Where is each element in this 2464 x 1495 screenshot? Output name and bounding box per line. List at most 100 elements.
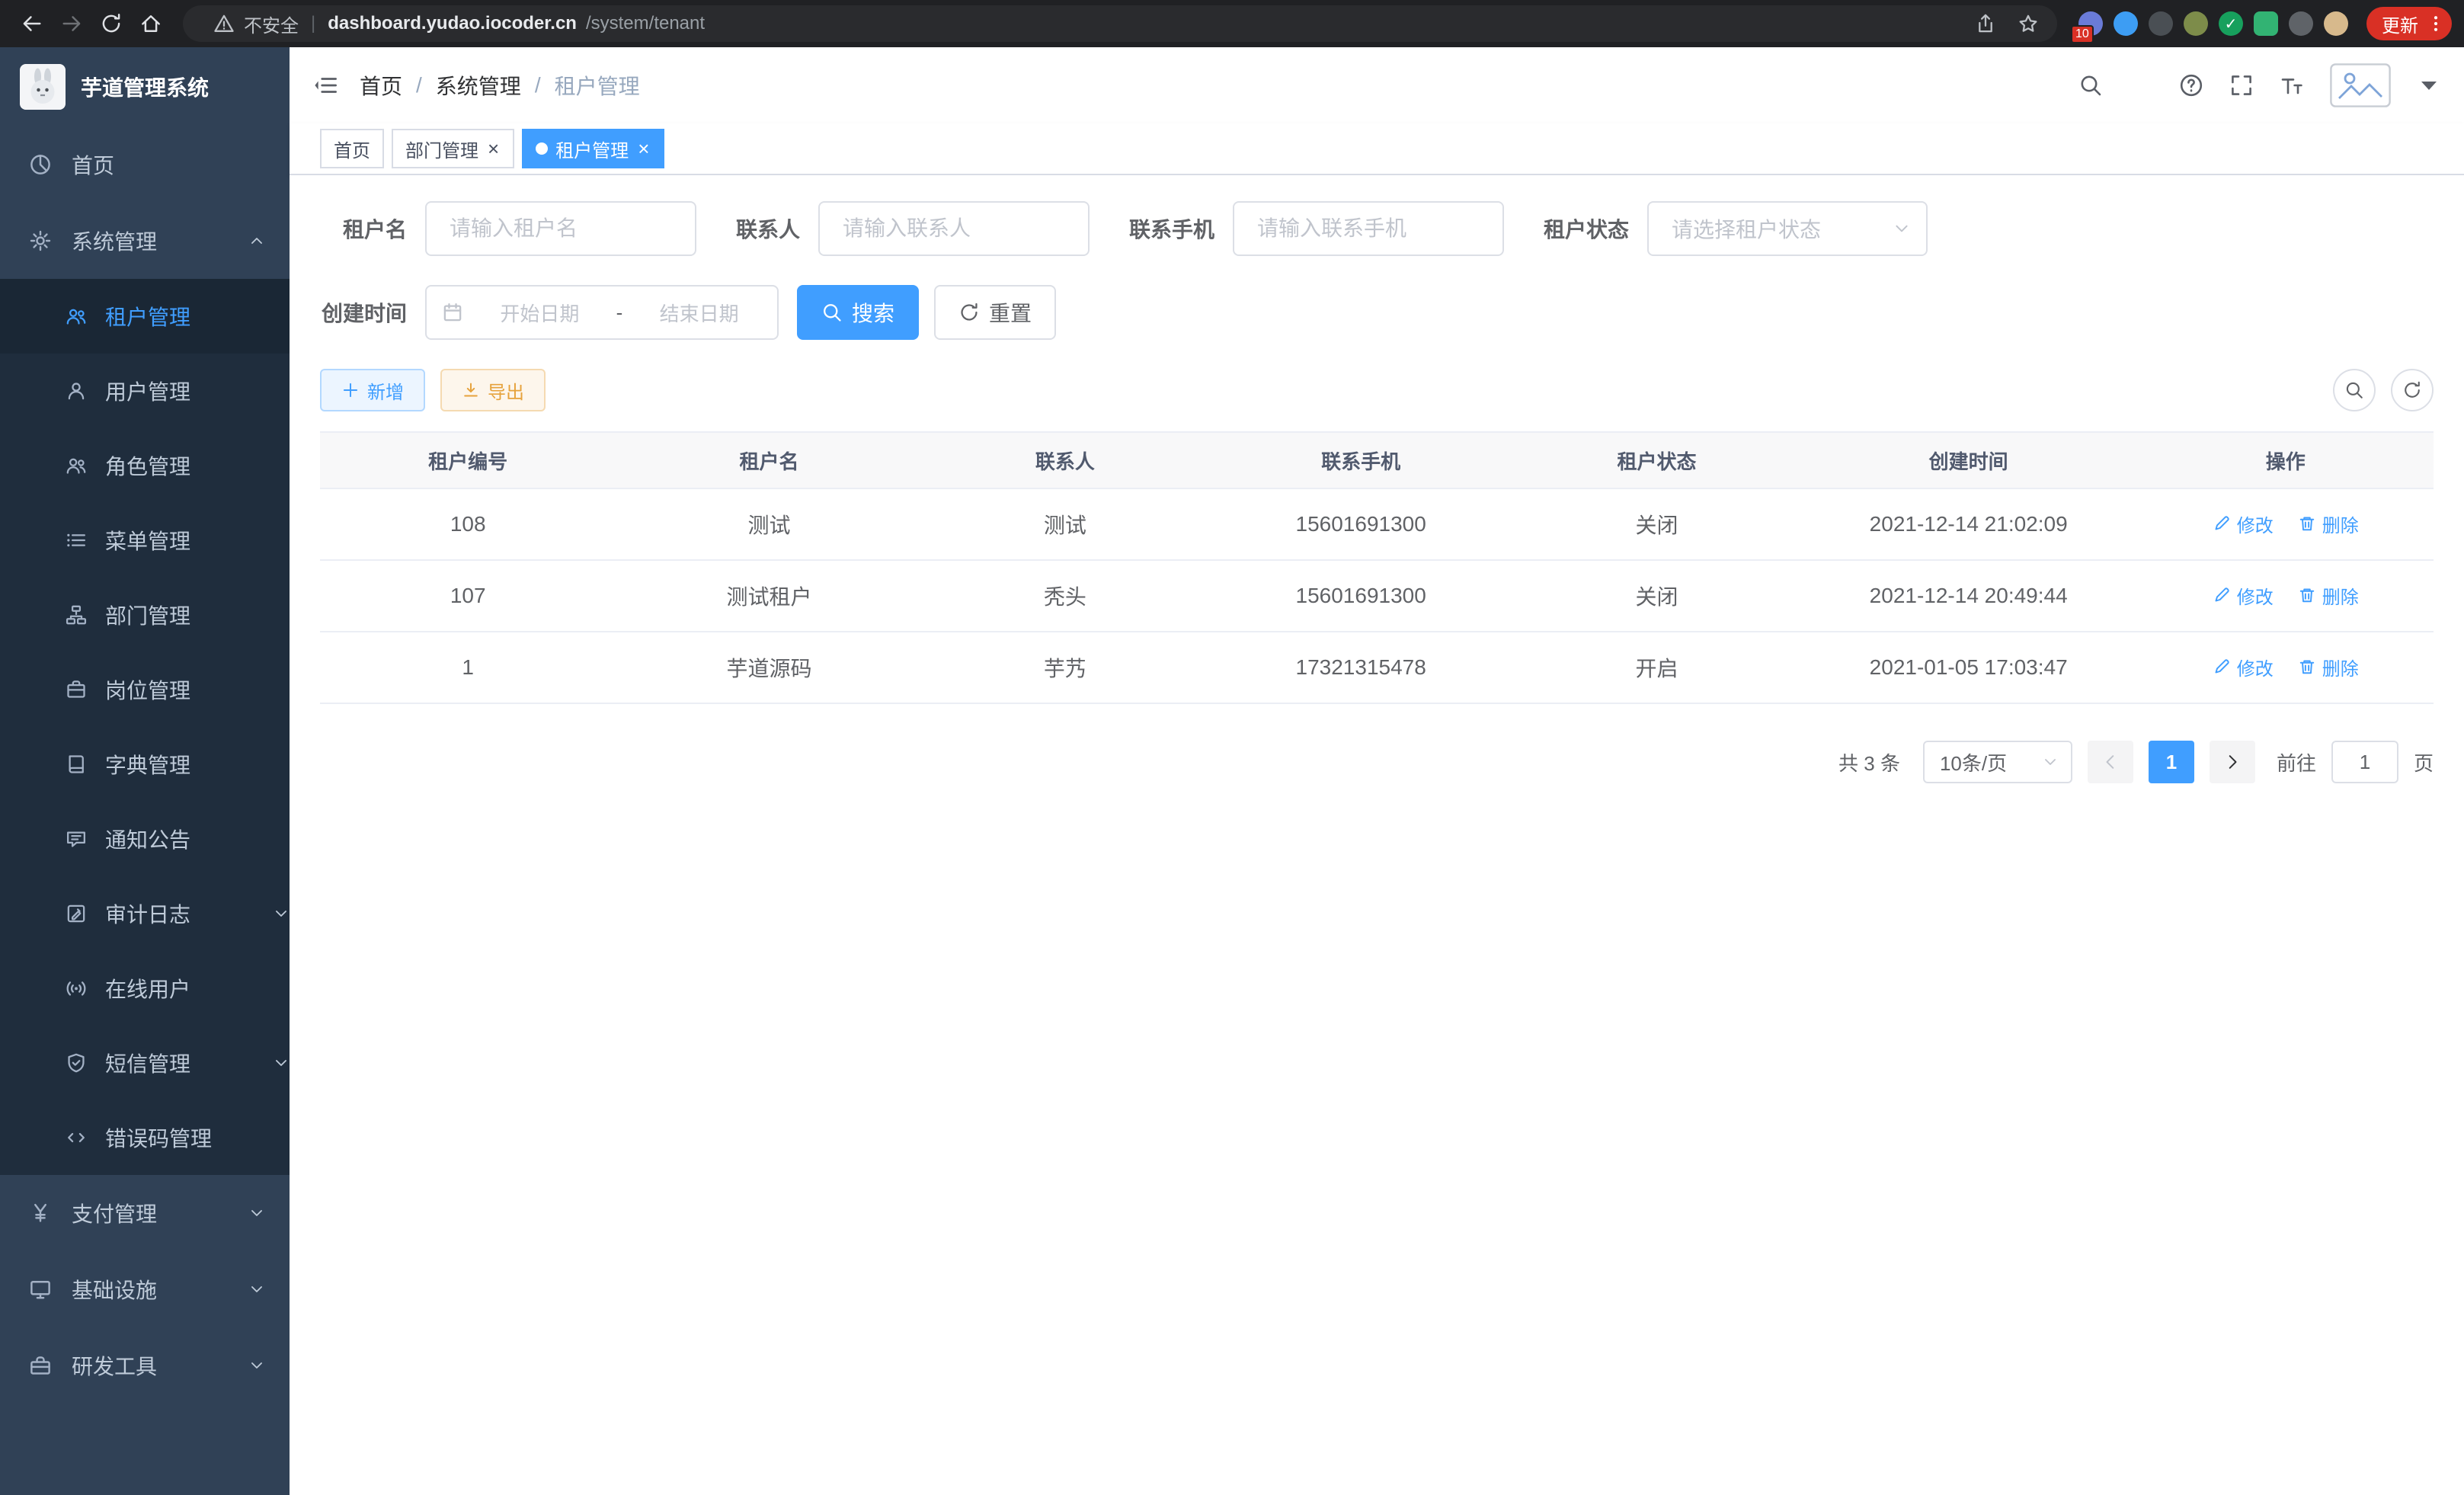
search-icon[interactable] (2078, 73, 2103, 98)
extension-icon-3[interactable] (2149, 11, 2173, 36)
column-header: 联系人 (923, 432, 1208, 488)
delete-button[interactable]: 删除 (2298, 654, 2359, 680)
tree-icon (66, 604, 87, 626)
sidebar-item-user[interactable]: 用户管理 (0, 354, 290, 428)
app-title: 芋道管理系统 (81, 72, 209, 102)
goto-page-input[interactable] (2331, 741, 2398, 783)
close-icon[interactable]: × (486, 139, 501, 158)
app-logo[interactable]: 芋道管理系统 (0, 47, 290, 126)
sidebar-item-audit-log[interactable]: 审计日志 (0, 876, 290, 951)
sidebar-item-online-user[interactable]: 在线用户 (0, 951, 290, 1026)
menu-label: 用户管理 (105, 376, 190, 406)
calendar-icon (442, 302, 463, 323)
menu-label: 审计日志 (105, 898, 190, 929)
page-size-select[interactable]: 10条/页 (1923, 741, 2072, 783)
sidebar-item-dept[interactable]: 部门管理 (0, 578, 290, 652)
browser-forward-button[interactable] (52, 4, 91, 43)
browser-reload-button[interactable] (91, 4, 131, 43)
fullscreen-icon[interactable] (2229, 73, 2254, 98)
edit-button[interactable]: 修改 (2213, 654, 2274, 680)
help-icon[interactable] (2179, 73, 2203, 98)
sidebar-item-notice[interactable]: 通知公告 (0, 802, 290, 876)
tag-home[interactable]: 首页 (320, 129, 384, 168)
sidebar-item-home[interactable]: 首页 (0, 126, 290, 203)
sidebar-item-menu[interactable]: 菜单管理 (0, 503, 290, 578)
create-time-range-picker[interactable]: 开始日期 - 结束日期 (425, 285, 779, 340)
browser-back-button[interactable] (12, 4, 52, 43)
trash-icon (2298, 586, 2316, 604)
browser-home-button[interactable] (131, 4, 171, 43)
chevron-right-icon (2223, 753, 2242, 771)
range-separator: - (616, 301, 623, 325)
edit-button[interactable]: 修改 (2213, 582, 2274, 609)
export-button[interactable]: 导出 (440, 369, 546, 411)
chevron-down-icon (248, 1281, 265, 1298)
sidebar-item-dict[interactable]: 字典管理 (0, 727, 290, 802)
extension-icon-2[interactable] (2114, 11, 2138, 36)
update-button[interactable]: 更新 (2366, 7, 2452, 40)
tenant-status-select[interactable]: 请选择租户状态 (1647, 201, 1928, 256)
phone-input[interactable] (1233, 201, 1504, 256)
address-bar[interactable]: 不安全 | dashboard.yudao.iocoder.cn/system/… (183, 5, 2057, 42)
cell-status: 开启 (1514, 632, 1799, 703)
menu-label: 错误码管理 (105, 1122, 212, 1153)
sidebar-item-post[interactable]: 岗位管理 (0, 652, 290, 727)
breadcrumb: 首页/系统管理/租户管理 (360, 70, 640, 101)
home-icon (139, 12, 162, 35)
extension-icon-6[interactable] (2254, 11, 2278, 36)
toggle-search-button[interactable] (2333, 369, 2376, 411)
book-icon (66, 754, 87, 775)
font-size-icon[interactable] (2280, 73, 2304, 98)
extension-icon-4[interactable] (2184, 11, 2208, 36)
delete-button[interactable]: 删除 (2298, 582, 2359, 609)
page-number-button[interactable]: 1 (2149, 741, 2194, 783)
app-frame: 芋道管理系统 首页系统管理租户管理用户管理角色管理菜单管理部门管理岗位管理字典管… (0, 47, 2464, 1495)
sidebar-item-sms[interactable]: 短信管理 (0, 1026, 290, 1100)
edit-button[interactable]: 修改 (2213, 511, 2274, 537)
sidebar-item-dev-tool[interactable]: 研发工具 (0, 1327, 290, 1404)
kebab-menu-icon[interactable] (2426, 14, 2446, 34)
extension-icon-1[interactable]: 10 (2078, 11, 2103, 36)
page-content: 租户名 联系人 联系手机 租户状态 请选择租户状态 (290, 175, 2464, 1495)
tag-tenant[interactable]: 租户管理 × (522, 129, 664, 168)
tenant-name-input[interactable] (425, 201, 696, 256)
sidebar-item-system[interactable]: 系统管理 (0, 203, 290, 279)
delete-button[interactable]: 删除 (2298, 511, 2359, 537)
reset-button[interactable]: 重置 (934, 285, 1056, 340)
search-button[interactable]: 搜索 (797, 285, 919, 340)
extension-icon-7[interactable] (2289, 11, 2313, 36)
share-icon[interactable] (1975, 13, 1996, 34)
breadcrumb-item[interactable]: 首页 (360, 70, 402, 101)
add-button[interactable]: 新增 (320, 369, 425, 411)
close-icon[interactable]: × (636, 139, 651, 158)
extension-icon-8[interactable] (2324, 11, 2348, 36)
menu-label: 字典管理 (105, 749, 190, 780)
menu-label: 部门管理 (105, 600, 190, 630)
submenu: 租户管理用户管理角色管理菜单管理部门管理岗位管理字典管理通知公告审计日志在线用户… (0, 279, 290, 1175)
sidebar-item-infra[interactable]: 基础设施 (0, 1251, 290, 1327)
sidebar-item-role[interactable]: 角色管理 (0, 428, 290, 503)
tag-dept[interactable]: 部门管理× (392, 129, 514, 168)
contact-input[interactable] (818, 201, 1090, 256)
tag-label: 租户管理 (555, 136, 629, 162)
sidebar-item-pay[interactable]: 支付管理 (0, 1175, 290, 1251)
avatar[interactable] (2330, 63, 2391, 107)
bookmark-star-icon[interactable] (2018, 13, 2039, 34)
cell-id: 107 (320, 560, 616, 632)
sidebar-item-error-code[interactable]: 错误码管理 (0, 1100, 290, 1175)
add-button-label: 新增 (367, 377, 404, 404)
caret-down-icon[interactable] (2417, 73, 2441, 98)
next-page-button[interactable] (2210, 741, 2255, 783)
github-icon[interactable] (2129, 73, 2153, 98)
reload-icon (100, 12, 123, 35)
prev-page-button[interactable] (2088, 741, 2133, 783)
sidebar-toggle-icon[interactable] (312, 72, 338, 98)
breadcrumb-item[interactable]: 系统管理 (436, 70, 521, 101)
user-icon (66, 380, 87, 402)
delete-button-label: 删除 (2322, 582, 2359, 609)
refresh-table-button[interactable] (2391, 369, 2434, 411)
table-header-row: 租户编号租户名联系人联系手机租户状态创建时间操作 (320, 432, 2434, 488)
extension-icon-5[interactable]: ✓ (2219, 11, 2243, 36)
sidebar-item-tenant[interactable]: 租户管理 (0, 279, 290, 354)
filter-row-1: 租户名 联系人 联系手机 租户状态 请选择租户状态 (320, 201, 2434, 256)
